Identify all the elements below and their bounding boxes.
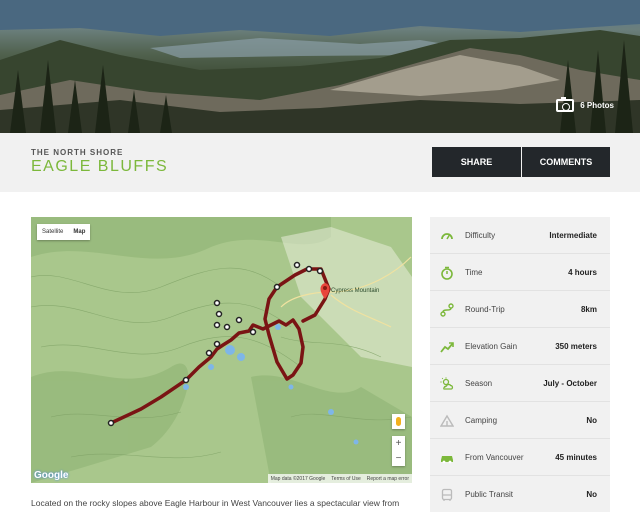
google-logo: Google: [34, 470, 69, 481]
stat-value: No: [586, 415, 597, 425]
stat-row-from-vancouver: From Vancouver 45 minutes: [430, 439, 610, 476]
terms-link[interactable]: Terms of Use: [331, 476, 360, 482]
stat-row-public-transit: Public Transit No: [430, 476, 610, 512]
trend-up-icon: [440, 342, 454, 353]
report-map-error-link[interactable]: Report a map error: [367, 476, 409, 482]
map-canvas[interactable]: Cypress Mountain: [31, 217, 412, 483]
share-button[interactable]: SHARE: [432, 147, 521, 177]
stat-value: July - October: [543, 378, 597, 388]
map-attribution: Map data ©2017 Google Terms of Use Repor…: [267, 474, 412, 483]
tent-icon: [440, 414, 454, 427]
stat-label: Season: [465, 378, 493, 388]
satellite-toggle[interactable]: Satellite: [37, 224, 68, 240]
sun-cloud-icon: [440, 377, 454, 390]
gauge-icon: [441, 233, 453, 240]
stat-label: Difficulty: [465, 230, 496, 240]
hero-landscape: [0, 0, 640, 133]
trail-description: Located on the rocky slopes above Eagle …: [31, 498, 400, 508]
stat-label: Elevation Gain: [465, 341, 518, 351]
stat-label: Camping: [465, 415, 498, 425]
car-icon: [441, 456, 453, 464]
camera-icon: [556, 97, 575, 112]
trail-page: 6 Photos THE NORTH SHORE EAGLE BLUFFS SH…: [0, 0, 640, 512]
stat-value: 350 meters: [555, 341, 597, 351]
stat-label: Round-Trip: [465, 304, 505, 314]
street-view-pegman-icon[interactable]: [392, 414, 405, 429]
stopwatch-icon: [441, 266, 453, 280]
map-toggle[interactable]: Map: [68, 224, 90, 240]
zoom-out-button[interactable]: −: [396, 453, 402, 464]
zoom-in-button[interactable]: +: [396, 438, 402, 449]
stat-label: Public Transit: [465, 490, 514, 499]
stat-label: From Vancouver: [465, 452, 524, 462]
zoom-control: + −: [392, 436, 405, 466]
trail-stats-panel: Difficulty Intermediate Time 4 hours Rou…: [430, 217, 610, 512]
stat-label: Time: [465, 267, 483, 277]
region-label: THE NORTH SHORE: [31, 148, 124, 157]
map-label-mountain: Cypress Mountain: [331, 288, 379, 294]
stat-row-time: Time 4 hours: [430, 254, 610, 291]
stat-row-round-trip: Round-Trip 8km: [430, 291, 610, 328]
stat-value: 4 hours: [568, 267, 597, 277]
hero-photo[interactable]: 6 Photos: [0, 0, 640, 133]
comments-button[interactable]: COMMENTS: [522, 147, 610, 177]
stat-value: Intermediate: [549, 230, 597, 240]
photos-label: 6 Photos: [580, 101, 614, 110]
stat-row-elevation: Elevation Gain 350 meters: [430, 328, 610, 365]
bus-icon: [441, 488, 453, 501]
map-type-control: Satellite Map: [37, 224, 91, 240]
stat-row-camping: Camping No: [430, 402, 610, 439]
stat-row-season: Season July - October: [430, 365, 610, 402]
stat-value: No: [586, 490, 597, 499]
photos-button[interactable]: 6 Photos: [556, 97, 614, 112]
route-icon: [440, 303, 454, 317]
stat-value: 45 minutes: [555, 452, 597, 462]
stat-value: 8km: [580, 304, 597, 314]
map-data-credit: Map data ©2017 Google: [270, 475, 326, 482]
trail-title: EAGLE BLUFFS: [31, 158, 169, 175]
trail-map[interactable]: Cypress Mountain Satellite Map + − Googl…: [31, 217, 412, 483]
stat-row-difficulty: Difficulty Intermediate: [430, 217, 610, 254]
